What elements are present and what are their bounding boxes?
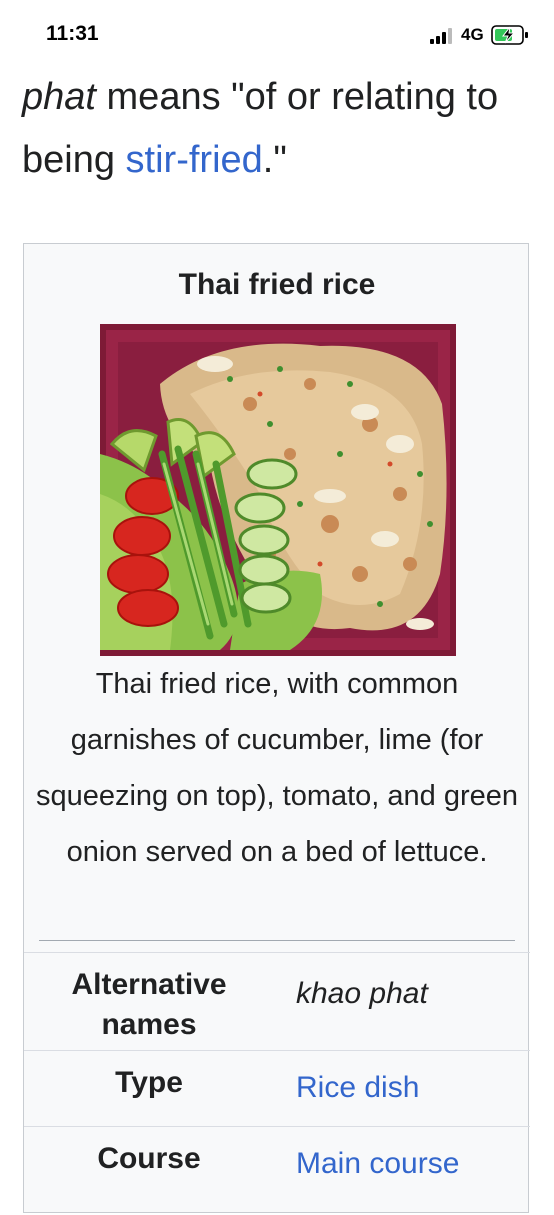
row-label-course: Course bbox=[97, 1142, 201, 1175]
intro-paragraph: phat means "of or relating to being stir… bbox=[22, 66, 532, 192]
infobox-row-type: Type Rice dish bbox=[24, 1050, 530, 1127]
main-course-link[interactable]: Main course bbox=[296, 1147, 459, 1181]
status-time: 11:31 bbox=[46, 22, 99, 45]
italic-word: phat bbox=[22, 76, 96, 118]
infobox-title: Thai fried rice bbox=[178, 268, 376, 301]
infobox-divider bbox=[39, 940, 515, 941]
fried-rice-photo[interactable] bbox=[100, 324, 456, 656]
signal-strength-icon bbox=[430, 28, 452, 44]
infobox-row-course: Course Main course bbox=[24, 1126, 530, 1215]
row-label-type: Type bbox=[115, 1066, 183, 1099]
rice-dish-link[interactable]: Rice dish bbox=[296, 1071, 419, 1105]
network-type: 4G bbox=[461, 25, 484, 44]
row-value-alternative-names: khao phat bbox=[296, 977, 428, 1010]
stir-fried-link[interactable]: stir-fried bbox=[126, 139, 263, 181]
battery-charging-icon bbox=[491, 25, 528, 45]
status-bar: 11:31 4G bbox=[0, 0, 554, 66]
intro-text-end: ." bbox=[262, 139, 287, 181]
row-label-alternative-names: Alternative names bbox=[71, 968, 227, 1041]
infobox-caption: Thai fried rice, with common garnishes o… bbox=[35, 668, 519, 868]
infobox-row-alternative-names: Alternative names khao phat bbox=[24, 952, 530, 1051]
infobox: Thai fried rice Thai fried rice, with co… bbox=[23, 243, 530, 1215]
